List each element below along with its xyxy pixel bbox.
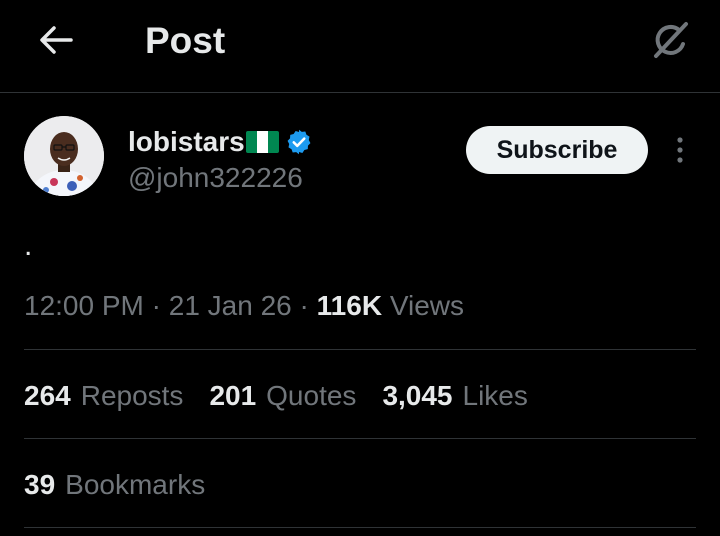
likes-stat[interactable]: 3,045 Likes	[382, 376, 527, 416]
quotes-count: 201	[209, 380, 257, 411]
grok-icon	[654, 22, 688, 58]
arrow-left-icon	[40, 26, 73, 54]
avatar-image	[24, 116, 104, 196]
more-vertical-icon	[677, 137, 683, 163]
back-button[interactable]	[36, 22, 76, 58]
views-count: 116K	[316, 290, 383, 321]
author-name-row[interactable]: lobistars	[128, 124, 313, 160]
top-bar: Post	[0, 0, 720, 93]
meta-separator: ·	[299, 290, 309, 321]
reposts-stat[interactable]: 264 Reposts	[24, 376, 183, 416]
views-label: Views	[389, 290, 465, 321]
divider	[24, 349, 696, 350]
quotes-label: Quotes	[266, 380, 357, 411]
meta-separator: ·	[151, 290, 161, 321]
likes-count: 3,045	[382, 380, 453, 411]
reposts-count: 264	[24, 380, 71, 411]
quotes-stat[interactable]: 201 Quotes	[209, 376, 356, 416]
grok-button[interactable]	[646, 16, 694, 64]
post-date[interactable]: 21 Jan 26	[169, 290, 292, 321]
verified-badge-icon	[287, 129, 311, 155]
bookmarks-count: 39	[24, 469, 56, 500]
more-options-button[interactable]	[664, 132, 696, 168]
engagement-stats: 264 Reposts 201 Quotes 3,045 Likes	[24, 376, 554, 416]
display-name[interactable]: lobistars	[128, 124, 245, 160]
bookmarks-stat[interactable]: 39 Bookmarks	[24, 465, 205, 505]
post-meta: 12:00 PM · 21 Jan 26 · 116K Views	[24, 286, 464, 326]
avatar[interactable]	[24, 116, 104, 196]
reposts-label: Reposts	[80, 380, 184, 411]
nigeria-flag-icon	[245, 131, 279, 153]
divider	[24, 527, 696, 528]
page-title: Post	[145, 20, 226, 61]
post-text: .	[24, 229, 33, 262]
bookmarks-label: Bookmarks	[65, 469, 206, 500]
user-handle[interactable]: @john322226	[128, 160, 303, 196]
subscribe-button[interactable]: Subscribe	[466, 126, 648, 174]
likes-label: Likes	[462, 380, 528, 411]
divider	[24, 438, 696, 439]
post-time[interactable]: 12:00 PM	[24, 290, 144, 321]
